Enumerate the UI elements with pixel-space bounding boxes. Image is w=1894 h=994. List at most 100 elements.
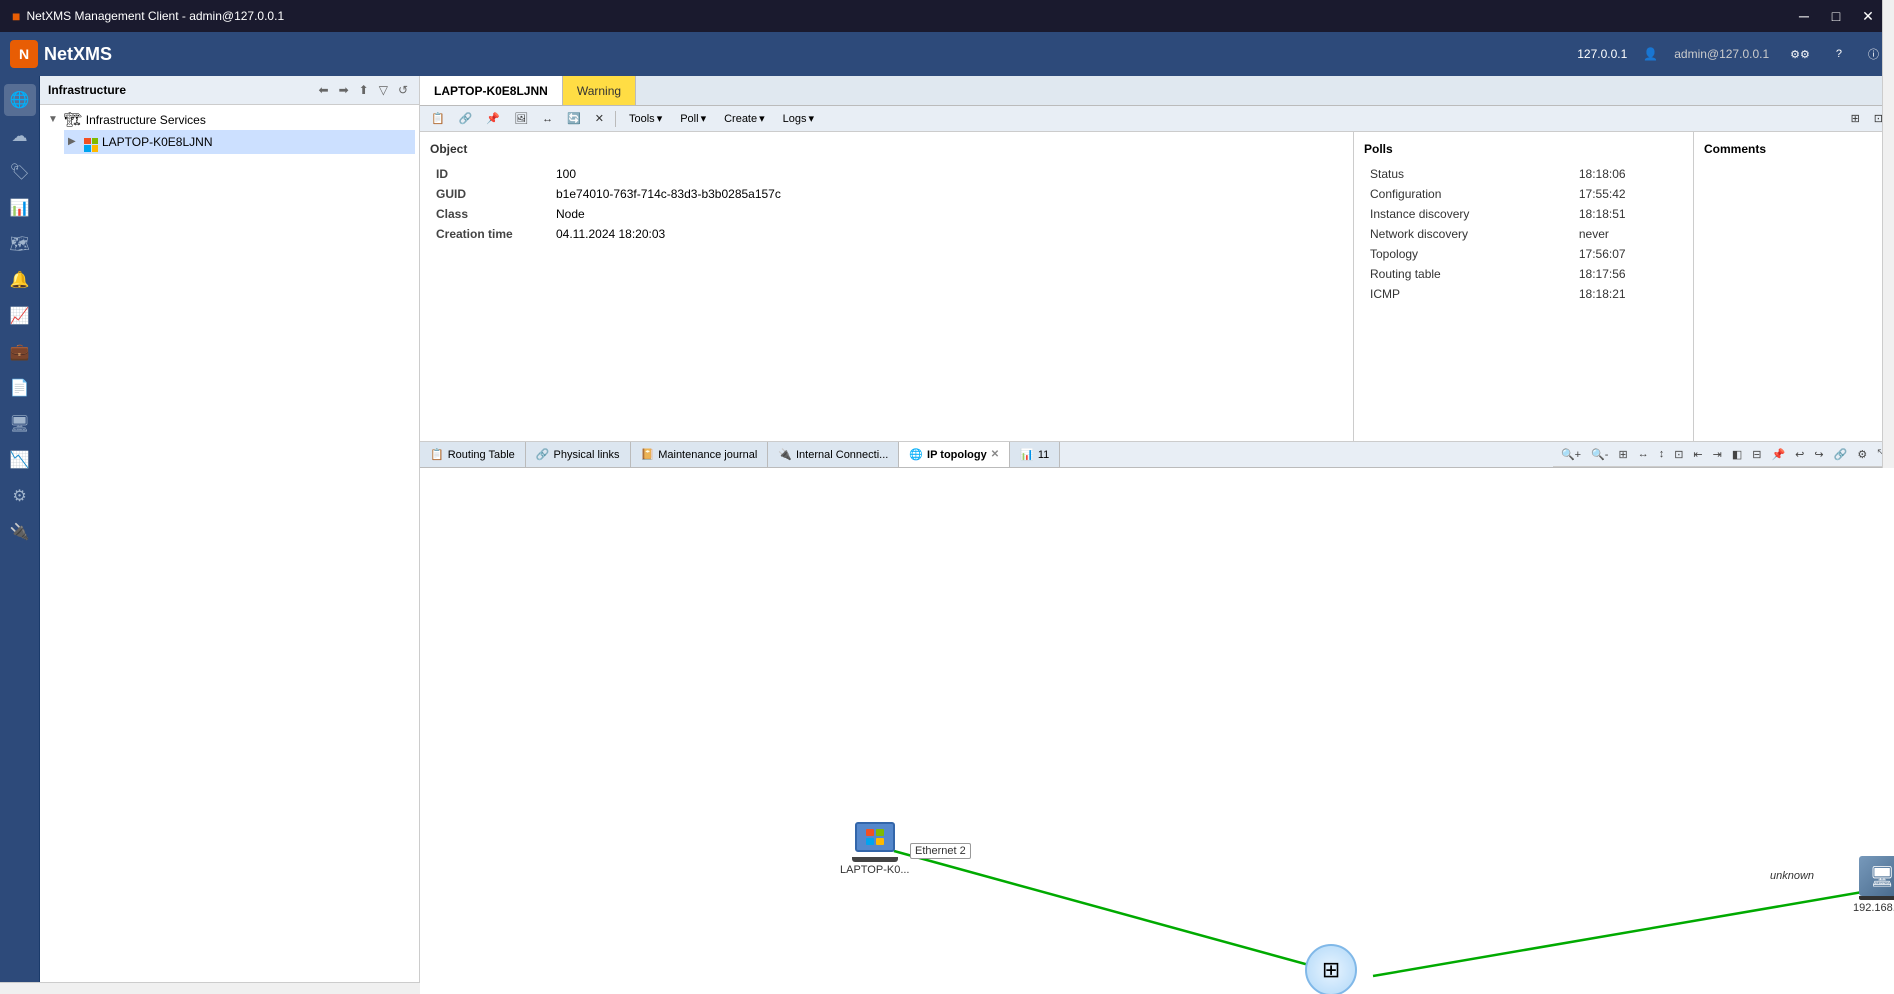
- infra-controls: ⬅ ➡ ⬆ ▽ ↺: [316, 82, 411, 98]
- toolbar-expand-btn[interactable]: ↔: [537, 110, 558, 128]
- bt-grid[interactable]: ⊞: [1614, 446, 1631, 463]
- bt-zoom-in[interactable]: 🔍+: [1557, 446, 1585, 463]
- sidebar-item-screen[interactable]: 🖥: [4, 408, 36, 440]
- infra-back-btn[interactable]: ⬅: [316, 82, 332, 98]
- help-button[interactable]: ?: [1831, 45, 1847, 63]
- bt-undo[interactable]: ↩: [1791, 446, 1808, 463]
- sidebar-item-cloud[interactable]: ☁: [4, 120, 36, 152]
- node-unknown-pc[interactable]: 🖥 192.168.5...: [1853, 856, 1894, 914]
- tree-item-infra-services[interactable]: ▼ 🏗 Infrastructure Services: [44, 109, 415, 130]
- tab-maintenance[interactable]: 📔 Maintenance journal: [631, 442, 769, 467]
- bottom-tabbar: 📋 Routing Table 🔗 Physical links 📔 Maint…: [420, 442, 1894, 468]
- bt-outdent[interactable]: ⇥: [1709, 446, 1726, 463]
- bt-fit-page[interactable]: ⊡: [1670, 446, 1687, 463]
- bt-fit-v[interactable]: ↕: [1655, 446, 1669, 462]
- sidebar-item-bar[interactable]: 📉: [4, 444, 36, 476]
- toolbar-link-btn[interactable]: 🔗: [454, 109, 478, 128]
- toolbar-close-btn[interactable]: ✕: [590, 109, 609, 128]
- bt-settings[interactable]: ⚙: [1853, 446, 1871, 463]
- tools-menu-btn[interactable]: Tools ▾: [622, 109, 669, 128]
- infra-sync-btn[interactable]: ↺: [395, 82, 411, 98]
- sidebar-item-tag[interactable]: 🏷: [4, 156, 36, 188]
- toolbar-refresh-btn[interactable]: 🔄: [562, 109, 586, 128]
- bt-zoom-out[interactable]: 🔍-: [1587, 446, 1612, 463]
- infra-services-label: Infrastructure Services: [86, 113, 206, 127]
- laptop-label: LAPTOP-K0E8LJNN: [102, 135, 213, 149]
- bt-link[interactable]: 🔗: [1830, 446, 1852, 463]
- tab-extra-icon: 📊: [1020, 448, 1034, 461]
- title-bar-text: ■ NetXMS Management Client - admin@127.0…: [12, 8, 284, 24]
- sidebar-item-chart[interactable]: 📊: [4, 192, 36, 224]
- infra-filter-btn[interactable]: ▽: [376, 82, 391, 98]
- bt-align-center[interactable]: ⊟: [1748, 446, 1765, 463]
- obj-tab-laptop[interactable]: LAPTOP-K0E8LJNN: [420, 76, 563, 105]
- sidebar-item-network[interactable]: 🌐: [4, 84, 36, 116]
- infrastructure-panel: Infrastructure ⬅ ➡ ⬆ ▽ ↺ ▼ 🏗 Infrastruct…: [40, 76, 420, 994]
- node-switch[interactable]: ⊞ 192.168.5...: [1302, 944, 1360, 994]
- node-laptop[interactable]: LAPTOP-K0...: [840, 816, 910, 876]
- create-menu-btn[interactable]: Create ▾: [717, 109, 772, 128]
- sidebar-item-briefcase[interactable]: 💼: [4, 336, 36, 368]
- tab-internal-conn[interactable]: 🔌 Internal Connecti...: [768, 442, 899, 467]
- tab-extra[interactable]: 📊 11: [1010, 442, 1060, 467]
- tab-routing-table[interactable]: 📋 Routing Table: [420, 442, 526, 467]
- tab-maintenance-label: Maintenance journal: [658, 449, 757, 461]
- tree-expand-infra[interactable]: ▼: [48, 114, 60, 125]
- poll-key-config: Configuration: [1364, 184, 1573, 204]
- tree-item-laptop[interactable]: ▶ LAPTOP-K0E8LJNN: [64, 130, 415, 154]
- bt-align-left[interactable]: ◧: [1728, 446, 1746, 463]
- poll-menu-btn[interactable]: Poll ▾: [673, 109, 713, 128]
- topology-svg: [420, 468, 1894, 994]
- info-key-guid: GUID: [430, 184, 550, 204]
- infra-services-icon: 🏗: [64, 111, 82, 128]
- info-row-class: Class Node: [430, 204, 1343, 224]
- tab-physical-links[interactable]: 🔗 Physical links: [526, 442, 631, 467]
- infra-forward-btn[interactable]: ➡: [336, 82, 352, 98]
- tab-topology-close[interactable]: ✕: [991, 449, 999, 460]
- tree-expand-laptop[interactable]: ▶: [68, 136, 80, 147]
- main-layout: 🌐 ☁ 🏷 📊 🗺 🔔 📈 💼 📄 🖥 📉 ⚙ 🔌 Infrastructure…: [0, 76, 1894, 994]
- polls-title: Polls: [1364, 142, 1683, 156]
- titlebar: ■ NetXMS Management Client - admin@127.0…: [0, 0, 1894, 32]
- poll-key-network: Network discovery: [1364, 224, 1573, 244]
- sidebar-item-graph[interactable]: 📈: [4, 300, 36, 332]
- poll-val-network: never: [1573, 224, 1683, 244]
- bt-fit-h[interactable]: ↔: [1634, 446, 1653, 462]
- tab-internal-label: Internal Connecti...: [796, 449, 888, 461]
- object-tabbar: LAPTOP-K0E8LJNN Warning: [420, 76, 1894, 106]
- poll-val-status: 18:18:06: [1573, 164, 1683, 184]
- sidebar-item-map[interactable]: 🗺: [4, 228, 36, 260]
- toolbar-image-btn[interactable]: 🖼: [509, 109, 533, 128]
- toolbar-pin-btn[interactable]: 📌: [481, 109, 505, 128]
- tab-ip-topology[interactable]: 🌐 IP topology ✕: [899, 442, 1010, 467]
- warning-label: Warning: [577, 84, 621, 98]
- infrastructure-title: Infrastructure: [48, 83, 126, 97]
- maximize-button[interactable]: □: [1822, 6, 1850, 26]
- topology-canvas[interactable]: Ethernet 2 enp0s8 unknown: [420, 468, 1894, 994]
- minimize-button[interactable]: ─: [1790, 6, 1818, 26]
- sidebar-item-bell[interactable]: 🔔: [4, 264, 36, 296]
- infrastructure-header: Infrastructure ⬅ ➡ ⬆ ▽ ↺: [40, 76, 419, 105]
- toolbar-copy-btn[interactable]: 📋: [426, 109, 450, 128]
- topbar: N NetXMS 127.0.0.1 👤 admin@127.0.0.1 ⚙⚙ …: [0, 32, 1894, 76]
- poll-val-icmp: 18:18:21: [1573, 284, 1683, 304]
- obj-tab-label: LAPTOP-K0E8LJNN: [434, 84, 548, 98]
- sidebar-item-file[interactable]: 📄: [4, 372, 36, 404]
- user-icon: 👤: [1643, 47, 1658, 61]
- obj-tab-warning[interactable]: Warning: [563, 76, 636, 105]
- settings-button[interactable]: ⚙⚙: [1785, 45, 1815, 64]
- close-button[interactable]: ✕: [1854, 6, 1882, 26]
- logo: N NetXMS: [10, 40, 112, 68]
- view-options-btn[interactable]: ⊞: [1846, 109, 1865, 128]
- polls-panel: Polls Status 18:18:06 Configuration 17:5…: [1354, 132, 1694, 441]
- bt-redo[interactable]: ↪: [1810, 446, 1827, 463]
- sidebar-item-gear[interactable]: ⚙: [4, 480, 36, 512]
- infra-up-btn[interactable]: ⬆: [356, 82, 372, 98]
- info-button[interactable]: ⓘ: [1863, 43, 1884, 65]
- logs-menu-btn[interactable]: Logs ▾: [776, 109, 821, 128]
- bt-indent[interactable]: ⇤: [1689, 446, 1706, 463]
- info-val-creation: 04.11.2024 18:20:03: [550, 224, 1343, 244]
- sidebar-item-plugin[interactable]: 🔌: [4, 516, 36, 548]
- bt-pin[interactable]: 📌: [1767, 446, 1789, 463]
- info-row-guid: GUID b1e74010-763f-714c-83d3-b3b0285a157…: [430, 184, 1343, 204]
